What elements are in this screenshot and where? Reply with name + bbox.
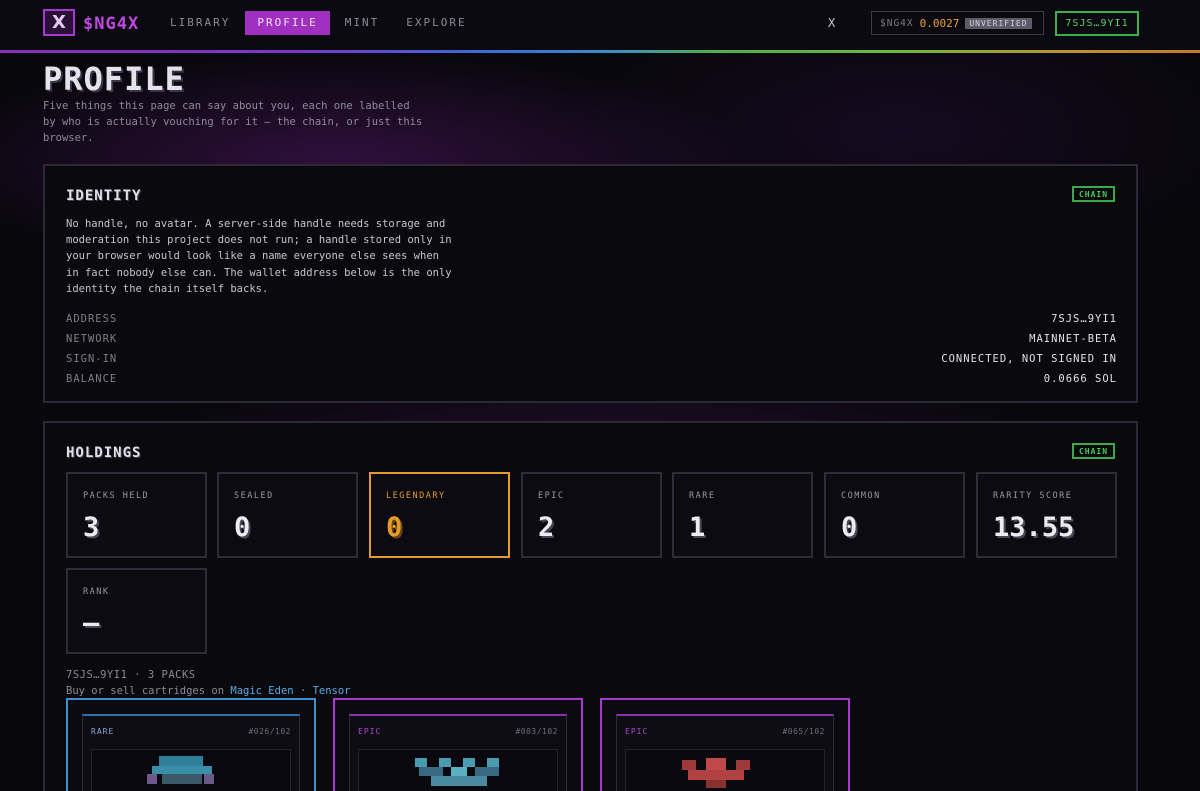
- header-stripe: [0, 50, 1200, 53]
- stat-label: RANK: [83, 587, 110, 597]
- market-prefix: Buy or sell cartridges on: [66, 685, 231, 697]
- main-nav: LIBRARY PROFILE MINT EXPLORE: [158, 11, 482, 35]
- balance-label: BALANCE: [66, 373, 118, 385]
- stat-value: 0: [234, 512, 251, 543]
- page-title: PROFILE: [43, 60, 185, 98]
- address-value[interactable]: 7SJS…9YI1: [1051, 313, 1117, 325]
- network-row: NETWORK MAINNET-BETA: [66, 329, 1117, 349]
- balance-value: 0.0666 SOL: [1043, 373, 1117, 385]
- nav-mint[interactable]: MINT: [333, 11, 392, 35]
- signin-value: CONNECTED, NOT SIGNED IN: [941, 353, 1117, 365]
- stat-label: LEGENDARY: [386, 491, 446, 501]
- identity-chain-badge: CHAIN: [1072, 186, 1115, 202]
- brand-name[interactable]: $NG4X: [83, 14, 139, 34]
- stat-label: SEALED: [234, 491, 274, 501]
- identity-description: No handle, no avatar. A server-side hand…: [66, 218, 452, 295]
- magic-eden-link[interactable]: Magic Eden: [230, 685, 293, 697]
- pixel-art-sprite: [147, 756, 214, 784]
- logo[interactable]: X: [43, 9, 75, 36]
- stat-packs-held: PACKS HELD 3: [66, 472, 207, 558]
- cartridge-card[interactable]: EPIC #065/102: [600, 698, 850, 791]
- stat-value: 1: [689, 512, 706, 543]
- cartridge-frame: RARE #026/102: [82, 714, 300, 791]
- stat-value: 0: [386, 512, 403, 543]
- stat-common: COMMON 0: [824, 472, 965, 558]
- holdings-chain-badge: CHAIN: [1072, 443, 1115, 459]
- cartridge-number: #003/102: [515, 727, 558, 736]
- identity-title: IDENTITY: [66, 188, 142, 204]
- address-row: ADDRESS 7SJS…9YI1: [66, 309, 1117, 329]
- market-separator: ·: [293, 685, 313, 697]
- nav-profile[interactable]: PROFILE: [245, 11, 330, 35]
- cartridge-number: #026/102: [248, 727, 291, 736]
- token-ticker: $NG4X: [880, 17, 914, 29]
- stat-value: 13.55: [993, 512, 1075, 543]
- cartridge-art: [91, 749, 291, 791]
- token-price-chip[interactable]: $NG4X 0.0027 UNVERIFIED: [871, 11, 1044, 35]
- cartridge-tier: EPIC: [358, 727, 382, 736]
- stat-label: EPIC: [538, 491, 565, 501]
- cartridge-tier: EPIC: [625, 727, 649, 736]
- page-description: Five things this page can say about you,…: [43, 100, 423, 144]
- stat-value: 2: [538, 512, 555, 543]
- stat-label: COMMON: [841, 491, 881, 501]
- logo-mark: X: [52, 12, 66, 33]
- nav-explore[interactable]: EXPLORE: [394, 11, 478, 35]
- marketplace-links: Buy or sell cartridges on Magic Eden · T…: [66, 685, 351, 697]
- tensor-link[interactable]: Tensor: [313, 685, 351, 697]
- cartridge-art: [358, 749, 558, 791]
- address-label: ADDRESS: [66, 313, 118, 325]
- cartridge-number: #065/102: [782, 727, 825, 736]
- stat-sealed: SEALED 0: [217, 472, 358, 558]
- stat-value: 0: [841, 512, 858, 543]
- network-label: NETWORK: [66, 333, 118, 345]
- cartridge-card[interactable]: RARE #026/102: [66, 698, 316, 791]
- stat-rarity-score: RARITY SCORE 13.55: [976, 472, 1117, 558]
- stat-label: RARITY SCORE: [993, 491, 1073, 501]
- pixel-art-sprite: [415, 758, 499, 786]
- x-social-link[interactable]: X: [828, 16, 835, 30]
- holdings-panel: HOLDINGS CHAIN PACKS HELD 3 SEALED 0 LEG…: [43, 421, 1138, 791]
- stat-epic: EPIC 2: [521, 472, 662, 558]
- balance-row: BALANCE 0.0666 SOL: [66, 369, 1117, 389]
- stat-label: PACKS HELD: [83, 491, 150, 501]
- stat-rank: RANK —: [66, 568, 207, 654]
- identity-details: ADDRESS 7SJS…9YI1 NETWORK MAINNET-BETA S…: [66, 309, 1117, 389]
- stat-legendary: LEGENDARY 0: [369, 472, 510, 558]
- pixel-art-sprite: [682, 758, 750, 788]
- stat-rare: RARE 1: [672, 472, 813, 558]
- signin-label: SIGN-IN: [66, 353, 118, 365]
- stat-label: RARE: [689, 491, 716, 501]
- owner-summary: 7SJS…9YI1 · 3 PACKS: [66, 669, 196, 681]
- nav-library[interactable]: LIBRARY: [158, 11, 242, 35]
- signin-row: SIGN-IN CONNECTED, NOT SIGNED IN: [66, 349, 1117, 369]
- identity-panel: IDENTITY CHAIN No handle, no avatar. A s…: [43, 164, 1138, 403]
- cartridge-tier: RARE: [91, 727, 115, 736]
- wallet-button[interactable]: 7SJS…9YI1: [1055, 11, 1139, 36]
- network-value: MAINNET-BETA: [1029, 333, 1117, 345]
- cartridge-frame: EPIC #003/102: [349, 714, 567, 791]
- token-price: 0.0027: [919, 16, 960, 30]
- holdings-title: HOLDINGS: [66, 445, 142, 461]
- cartridge-frame: EPIC #065/102: [616, 714, 834, 791]
- cartridge-art: [625, 749, 825, 791]
- unverified-badge: UNVERIFIED: [965, 17, 1032, 29]
- top-bar: X $NG4X LIBRARY PROFILE MINT EXPLORE X $…: [0, 0, 1200, 53]
- cartridge-card[interactable]: EPIC #003/102: [333, 698, 583, 791]
- stat-value: 3: [83, 512, 100, 543]
- stat-value: —: [83, 608, 100, 639]
